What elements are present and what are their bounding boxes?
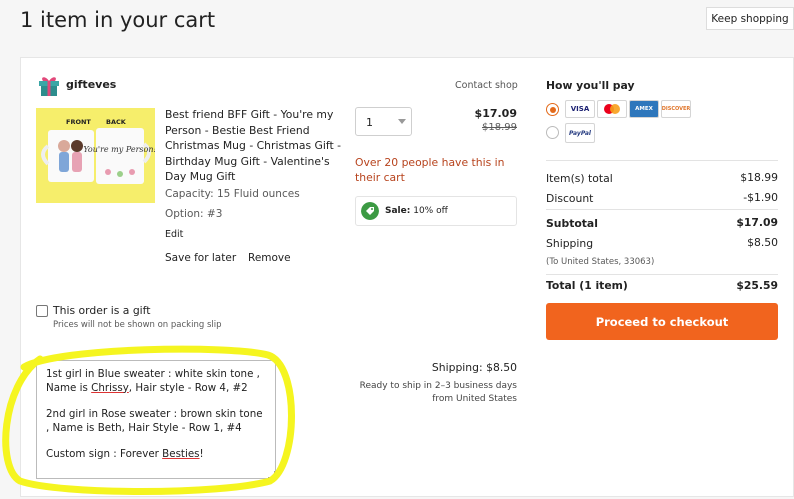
mastercard-icon [597,100,627,118]
shipping-label: Shipping [546,237,594,250]
highlight-annotation [2,345,295,495]
discover-icon: DISCOVER [661,100,691,118]
chevron-down-icon [398,119,406,124]
discount-value: -$1.90 [743,191,778,204]
gift-checkbox[interactable] [36,305,48,317]
shipping-cost: Shipping: $8.50 [431,361,517,374]
item-price: $17.09 [474,107,517,120]
items-total-label: Item(s) total [546,172,613,185]
image-back-label: BACK [106,118,127,126]
mug-text: You're my Person! [83,145,155,154]
total-label: Total (1 item) [546,279,628,292]
subtotal-label: Subtotal [546,217,598,230]
amex-icon: AMEX [629,100,659,118]
gift-box-icon [39,77,59,96]
payment-title: How you'll pay [546,79,635,92]
radio-selected-dot [549,106,556,113]
quantity-value: 1 [366,116,373,129]
product-image[interactable]: FRONT BACK You're my Person! [36,108,155,203]
divider [546,274,778,275]
items-total-value: $18.99 [740,171,778,184]
page-title: 1 item in your cart [20,8,216,32]
total-value: $25.59 [736,279,778,292]
item-original-price: $18.99 [482,122,517,133]
contact-shop-link[interactable]: Contact shop [455,80,518,91]
gift-sublabel: Prices will not be shown on packing slip [53,320,222,330]
edit-link[interactable]: Edit [165,229,183,240]
visa-icon: VISA [565,100,595,118]
keep-shopping-button[interactable]: Keep shopping [706,7,794,30]
shipping-destination: (To United States, 33063) [546,257,655,267]
divider [546,160,778,161]
remove-link[interactable]: Remove [248,252,291,264]
subtotal-value: $17.09 [736,216,778,229]
paypal-payment-radio[interactable] [546,126,559,139]
shop-name[interactable]: gifteves [66,78,116,91]
item-title-link[interactable]: Best friend BFF Gift - You're my Person … [165,107,345,185]
image-front-label: FRONT [66,118,91,126]
proceed-to-checkout-button[interactable]: Proceed to checkout [546,303,778,340]
save-for-later-link[interactable]: Save for later [165,252,236,264]
sale-text: Sale: 10% off [385,206,448,216]
item-option: Option: #3 [165,208,223,220]
tag-icon [361,202,379,220]
shipping-eta: Ready to ship in 2–3 business days from … [359,381,517,404]
item-capacity: Capacity: 15 Fluid ounces [165,188,300,200]
demand-notice: Over 20 people have this in their cart [355,156,505,184]
discount-label: Discount [546,192,594,205]
shipping-value: $8.50 [747,236,778,249]
paypal-icon: PayPal [565,123,595,143]
gift-label[interactable]: This order is a gift [53,304,151,317]
divider [546,209,778,210]
